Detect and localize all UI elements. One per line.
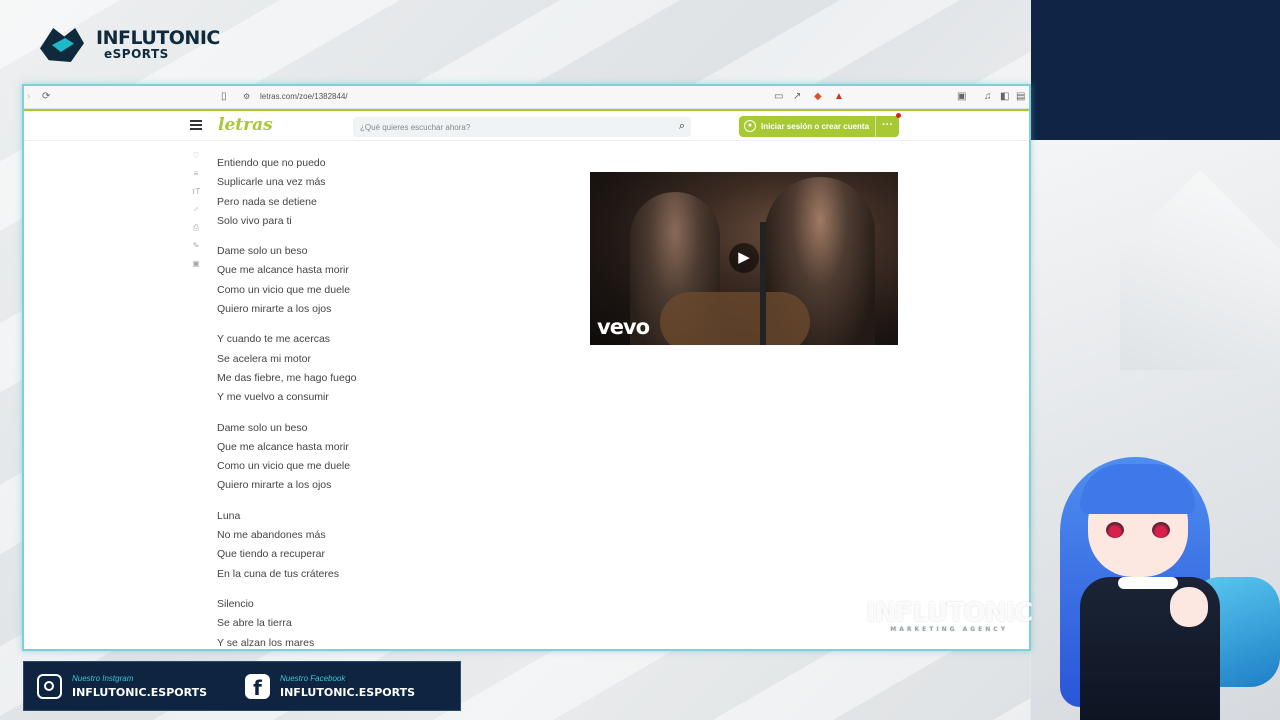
brand-name: INFLUTONIC	[96, 26, 220, 49]
lyrics-line: Que me alcance hasta morir	[217, 264, 349, 277]
lyrics-line: Dame solo un beso	[217, 245, 308, 258]
lyrics-tools: ♡ ≡ ᴛT ♂ ⎙ ✎ ▣	[189, 151, 203, 277]
brave-shield-icon[interactable]: ◆	[814, 91, 822, 103]
avatar-hand	[1170, 587, 1208, 627]
brand-subtitle: eSPORTS	[104, 46, 169, 61]
reload-icon[interactable]: ⟳	[42, 91, 50, 103]
search-icon[interactable]: ⌕	[679, 120, 685, 133]
lyrics-line: Como un vicio que me duele	[217, 283, 351, 296]
lyrics-body: Entiendo que no puedo Suplicarle una vez …	[217, 154, 357, 649]
forward-icon[interactable]: ›	[27, 91, 30, 103]
lyrics-line: Que tiendo a recuperar	[217, 548, 325, 561]
play-icon[interactable]: ▶	[729, 243, 759, 273]
browser-toolbar: › ⟳ ▯ ⚙ letras.com/zoe/1382844/ ▭ ↗ ◆ ▲ …	[24, 86, 1029, 109]
site-info-icon[interactable]: ⚙	[243, 91, 250, 103]
more-options-button[interactable]: ···	[875, 116, 899, 137]
webcam-panel	[1031, 0, 1280, 140]
font-size-icon[interactable]: ᴛT	[189, 187, 203, 205]
avatar-bangs	[1080, 464, 1195, 514]
agency-watermark: INFLUTONIC MARKETING AGENCY	[866, 598, 1033, 633]
screenshot-icon[interactable]: ▣	[957, 91, 966, 103]
edit-icon[interactable]: ✎	[189, 241, 203, 259]
search-input[interactable]: ¿Qué quieres escuchar ahora? ⌕	[353, 117, 691, 137]
social-bar: Nuestro Instgram INFLUTONIC.ESPORTS f Nu…	[23, 661, 461, 711]
lyrics-stanza: Silencio Se abre la tierra Y se alzan los …	[217, 595, 357, 649]
vevo-logo: vevo	[597, 315, 650, 339]
address-bar[interactable]: letras.com/zoe/1382844/	[260, 92, 348, 101]
lyrics-stanza: Luna No me abandones más Que tiendo a recu…	[217, 507, 357, 584]
user-icon: ●	[744, 120, 756, 132]
lyrics-line: Como un vicio que me duele	[217, 460, 351, 473]
lyrics-stanza: Dame solo un beso Que me alcance hasta mo…	[217, 242, 357, 319]
instagram-icon	[37, 674, 62, 699]
add-to-playlist-icon[interactable]: ≡	[189, 169, 203, 187]
login-button[interactable]: ● Iniciar sesión o crear cuenta ···	[739, 113, 901, 137]
lyrics-line: Me das fiebre, me hago fuego	[217, 371, 357, 384]
instagram-caption: Nuestro Instgram	[72, 674, 134, 683]
tune-icon[interactable]: ♂	[189, 205, 203, 223]
notification-dot	[896, 113, 901, 118]
lyrics-line: Quiero mirarte a los ojos	[217, 479, 332, 492]
lyrics-line: Y cuando te me acercas	[217, 333, 331, 346]
lyrics-line: Que me alcance hasta morir	[217, 440, 349, 453]
brand-mark-icon	[36, 22, 90, 66]
lyrics-line: Se abre la tierra	[217, 617, 292, 630]
lyrics-line: No me abandones más	[217, 529, 326, 542]
lyrics-stanza: Dame solo un beso Que me alcance hasta mo…	[217, 419, 357, 496]
lyrics-stanza: Y cuando te me acercas Se acelera mi moto…	[217, 330, 357, 407]
media-icon[interactable]: ♫	[984, 91, 992, 103]
lyrics-line: Entiendo que no puedo	[217, 157, 326, 169]
share-icon[interactable]: ↗	[793, 91, 801, 103]
instagram-handle: INFLUTONIC.ESPORTS	[72, 686, 208, 699]
brand-logo: INFLUTONIC eSPORTS	[36, 22, 220, 66]
avatar-right-eye	[1152, 522, 1170, 538]
lyrics-line: Luna	[217, 509, 241, 522]
site-logo[interactable]: letras	[218, 115, 273, 135]
vtuber-avatar	[1040, 452, 1280, 720]
info-icon[interactable]: ▣	[189, 259, 203, 277]
rewards-icon[interactable]: ▲	[834, 91, 844, 103]
wallet-icon[interactable]: ▤	[1016, 91, 1025, 103]
lyrics-line: Y se alzan los mares	[217, 636, 315, 649]
avatar-collar	[1118, 577, 1178, 589]
menu-icon[interactable]	[190, 120, 202, 130]
page-content: ♡ ≡ ᴛT ♂ ⎙ ✎ ▣ Entiendo que no puedo Supl…	[24, 143, 1029, 649]
facebook-icon: f	[245, 674, 270, 700]
facebook-handle: INFLUTONIC.ESPORTS	[280, 686, 416, 699]
avatar-left-eye	[1106, 522, 1124, 538]
cast-icon[interactable]: ▭	[774, 91, 783, 103]
lyrics-line: Dame solo un beso	[217, 421, 308, 434]
video-player[interactable]: ▶ vevo	[590, 172, 898, 345]
site-header: letras ¿Qué quieres escuchar ahora? ⌕ ● …	[24, 111, 1029, 141]
facebook-caption: Nuestro Facebook	[280, 674, 346, 683]
login-label: Iniciar sesión o crear cuenta	[761, 122, 870, 131]
sidebar-icon[interactable]: ◧	[1000, 91, 1009, 103]
browser-window: › ⟳ ▯ ⚙ letras.com/zoe/1382844/ ▭ ↗ ◆ ▲ …	[22, 84, 1031, 651]
lyrics-line: En la cuna de tus cráteres	[217, 567, 339, 580]
favorite-icon[interactable]: ♡	[189, 151, 203, 169]
print-icon[interactable]: ⎙	[189, 223, 203, 241]
video-mic-stand	[760, 222, 766, 345]
lyrics-line: Silencio	[217, 597, 254, 610]
lyrics-line: Y me vuelvo a consumir	[217, 391, 329, 404]
watermark-subtitle: MARKETING AGENCY	[890, 626, 1009, 633]
lyrics-line: Pero nada se detiene	[217, 195, 317, 208]
watermark-main: INFLUTONIC	[866, 598, 1033, 628]
lyrics-line: Suplicarle una vez más	[217, 176, 326, 189]
video-guitar	[660, 292, 810, 345]
lyrics-line: Se acelera mi motor	[217, 352, 311, 365]
lyrics-line: Quiero mirarte a los ojos	[217, 303, 332, 316]
search-placeholder: ¿Qué quieres escuchar ahora?	[360, 123, 471, 132]
lyrics-stanza: Entiendo que no puedo Suplicarle una vez …	[217, 154, 357, 231]
bookmark-icon[interactable]: ▯	[221, 91, 227, 103]
lyrics-line: Solo vivo para ti	[217, 214, 292, 227]
